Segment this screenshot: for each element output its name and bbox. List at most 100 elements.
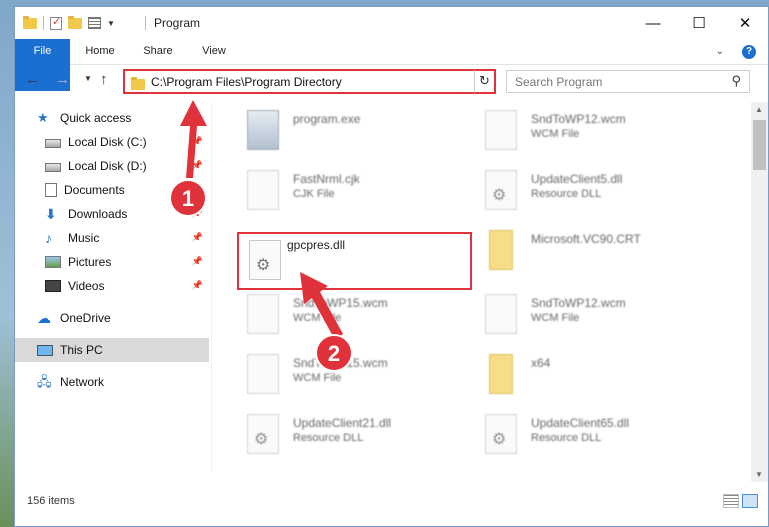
sidebar-item-local-disk-d[interactable]: Local Disk (D:) 📌	[45, 154, 209, 178]
file-item-updateclient5[interactable]: UpdateClient5.dll Resource DLL	[473, 166, 703, 218]
tab-home[interactable]: Home	[75, 39, 125, 64]
file-name: program.exe	[293, 112, 361, 126]
customize-toolbar-chevron-icon[interactable]: ▼	[107, 19, 115, 28]
scroll-down-arrow-icon[interactable]: ▼	[755, 470, 763, 479]
sidebar-item-label: Downloads	[68, 207, 128, 221]
recent-locations-chevron-icon[interactable]: ▼	[84, 74, 92, 83]
toolbar-separator	[43, 16, 44, 30]
file-name: SndToWP15.wcm	[293, 296, 388, 310]
scroll-thumb[interactable]	[753, 120, 766, 170]
explorer-window: ▼ Program — ☐ ✕ File Home Share View ⌄ ?…	[14, 6, 769, 527]
window-controls: — ☐ ✕	[630, 7, 768, 39]
view-toggle	[723, 494, 758, 508]
pin-icon: 📌	[191, 160, 203, 170]
address-path[interactable]: C:\Program Files\Program Directory	[151, 75, 342, 89]
scroll-up-arrow-icon[interactable]: ▲	[755, 105, 763, 114]
sidebar-item-documents[interactable]: Documents 📌	[45, 178, 209, 202]
sidebar-item-videos[interactable]: Videos 📌	[45, 274, 209, 298]
disk-icon	[45, 163, 61, 172]
quick-access-toolbar: ▼	[23, 15, 115, 30]
sidebar-item-local-disk-c[interactable]: Local Disk (C:) 📌	[45, 130, 209, 154]
dll-icon	[485, 170, 517, 210]
sidebar-item-label: Local Disk (C:)	[68, 135, 147, 149]
exe-icon	[247, 110, 279, 150]
videos-icon	[45, 280, 61, 292]
navigation-bar: ← → ▼ ↑ C:\Program Files\Program Directo…	[15, 66, 768, 96]
star-icon: ★	[37, 110, 49, 125]
file-item-fastnrml[interactable]: FastNrml.cjk CJK File	[235, 166, 465, 218]
item-count: 156 items	[27, 495, 75, 507]
back-arrow-icon[interactable]: ←	[25, 71, 40, 88]
file-icon	[485, 294, 517, 334]
forward-arrow-icon[interactable]: →	[55, 71, 70, 88]
disk-icon	[45, 139, 61, 148]
file-type: Resource DLL	[531, 188, 602, 200]
sidebar-item-label: Documents	[64, 183, 125, 197]
sidebar-item-pictures[interactable]: Pictures 📌	[45, 250, 209, 274]
file-type: WCM File	[531, 128, 580, 140]
folder-icon[interactable]	[23, 15, 37, 29]
pictures-icon	[45, 256, 61, 268]
sidebar-item-quick-access[interactable]: ★ Quick access	[37, 106, 209, 130]
file-item-x64[interactable]: x64	[473, 350, 703, 402]
sidebar-item-label: Music	[68, 231, 100, 245]
up-arrow-icon[interactable]: ↑	[100, 71, 108, 88]
dll-icon	[247, 414, 279, 454]
file-item-sndtowp15-b[interactable]: SndToWP15.wcm WCM File	[235, 350, 465, 402]
file-icon	[247, 294, 279, 334]
file-type: Resource DLL	[531, 432, 602, 444]
file-name: UpdateClient65.dll	[531, 416, 630, 430]
status-bar: 156 items	[15, 491, 768, 513]
file-name: x64	[531, 356, 551, 370]
pc-icon	[37, 344, 53, 356]
search-icon[interactable]: ⚲	[731, 73, 741, 89]
file-name: SndToWP15.wcm	[293, 356, 388, 370]
properties-icon[interactable]	[88, 17, 101, 29]
sidebar-item-onedrive[interactable]: ☁ OneDrive	[37, 306, 209, 330]
pin-icon: 📌	[191, 256, 203, 266]
search-box[interactable]: Search Program ⚲	[506, 70, 750, 93]
pin-icon: 📌	[191, 208, 203, 218]
file-item-gpcpres-dll[interactable]: gpcpres.dll	[237, 232, 472, 290]
file-item-updateclient65[interactable]: UpdateClient65.dll Resource DLL	[473, 410, 703, 462]
help-icon[interactable]: ?	[742, 45, 756, 59]
details-view-icon[interactable]	[723, 494, 739, 508]
downloads-icon: ⬇	[45, 206, 57, 222]
new-folder-icon[interactable]	[68, 15, 82, 29]
maximize-button[interactable]: ☐	[676, 7, 722, 39]
sidebar-item-music[interactable]: ♪ Music 📌	[45, 226, 209, 250]
ribbon-tabs: File Home Share View ⌄ ?	[15, 39, 768, 91]
refresh-icon[interactable]: ↻	[474, 69, 496, 94]
pane-divider[interactable]	[211, 102, 212, 472]
address-folder-icon	[131, 77, 145, 90]
sidebar-item-network[interactable]: 🖧 Network	[37, 370, 209, 394]
file-type: Resource DLL	[293, 432, 364, 444]
expand-ribbon-chevron-icon[interactable]: ⌄	[716, 46, 724, 57]
large-icons-view-icon[interactable]	[742, 494, 758, 508]
sidebar-item-this-pc[interactable]: This PC	[15, 338, 209, 362]
tab-share[interactable]: Share	[133, 39, 183, 64]
sidebar-item-label: Videos	[68, 279, 105, 293]
close-button[interactable]: ✕	[722, 7, 768, 39]
file-item-updateclient21[interactable]: UpdateClient21.dll Resource DLL	[235, 410, 465, 462]
onedrive-icon: ☁	[37, 310, 51, 326]
vertical-scrollbar[interactable]: ▲ ▼	[751, 102, 768, 482]
minimize-button[interactable]: —	[630, 7, 676, 39]
sidebar-item-label: OneDrive	[60, 311, 111, 325]
file-name: gpcpres.dll	[287, 238, 346, 252]
sidebar-item-downloads[interactable]: ⬇ Downloads 📌	[45, 202, 209, 226]
properties-check-icon[interactable]	[50, 15, 62, 30]
file-icon	[247, 354, 279, 394]
file-item-sndtowp12[interactable]: SndToWP12.wcm WCM File	[473, 106, 703, 158]
file-item-sndtowp15[interactable]: SndToWP15.wcm WCM File	[235, 290, 465, 342]
file-item-sndtowp12-b[interactable]: SndToWP12.wcm WCM File	[473, 290, 703, 342]
file-item-microsoft-vc90-crt[interactable]: Microsoft.VC90.CRT	[473, 226, 703, 278]
file-item-program-exe[interactable]: program.exe	[235, 106, 465, 158]
file-icon	[485, 110, 517, 150]
pin-icon: 📌	[191, 184, 203, 194]
sidebar-item-label: Local Disk (D:)	[68, 159, 147, 173]
music-icon: ♪	[45, 230, 52, 246]
tab-view[interactable]: View	[193, 39, 235, 64]
search-input[interactable]: Search Program	[515, 75, 602, 89]
address-bar[interactable]: C:\Program Files\Program Directory ⌄	[123, 69, 496, 94]
